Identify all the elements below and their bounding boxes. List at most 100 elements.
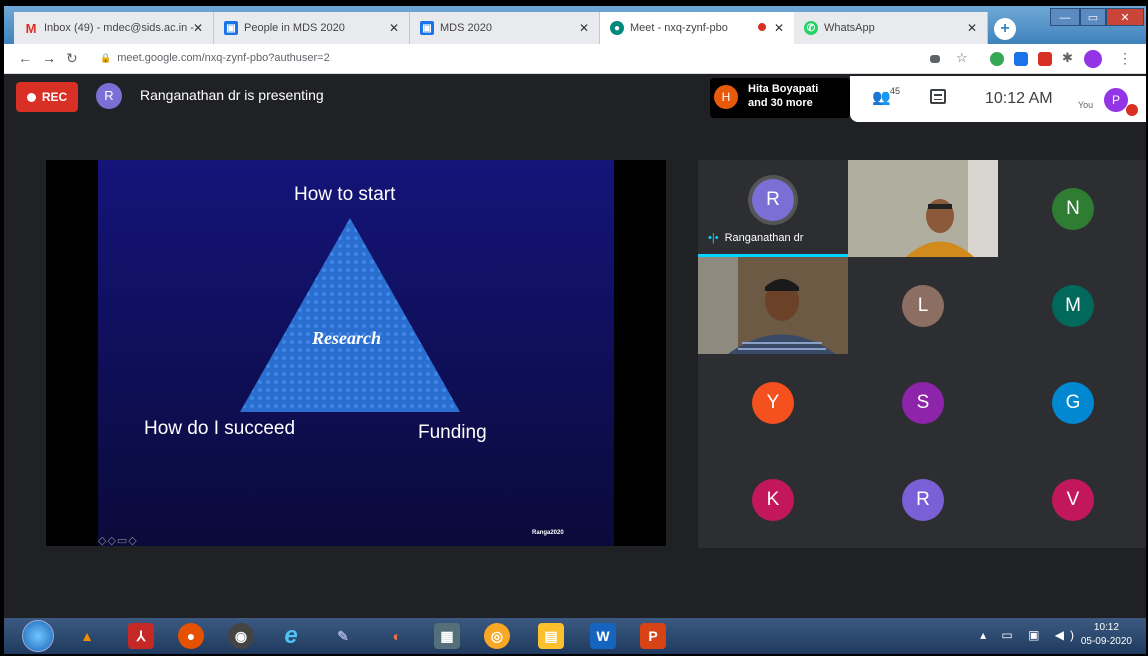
you-label: You [1078, 100, 1094, 110]
participant-video[interactable] [848, 160, 998, 257]
maximize-button[interactable]: ▭ [1080, 8, 1106, 26]
participant-tile[interactable]: K [698, 451, 848, 548]
firefox-icon[interactable]: ● [178, 623, 204, 649]
system-tray-icons[interactable]: ▴ ▭ ▣ ◀) [980, 628, 1080, 642]
record-dot-icon [26, 92, 36, 102]
participant-video[interactable] [698, 257, 848, 354]
camera-icon[interactable]: ◉ [228, 623, 254, 649]
gmail-icon: M [25, 20, 37, 36]
avatar: R [902, 478, 944, 521]
screen: M Inbox (49) - mdec@sids.ac.in - ✕ ▣ Peo… [4, 6, 1146, 654]
windows-taskbar: ▲ ⅄ ● ◉ e ✎ ◐ ▦ ◎ ▤ W P ▴ ▭ ▣ ◀) 10:12 0… [4, 618, 1146, 654]
close-icon[interactable]: ✕ [193, 21, 203, 35]
rec-label: REC [41, 90, 68, 104]
avatar: G [1052, 381, 1094, 424]
slide-nav-controls[interactable]: ◇◇▭◇ [98, 534, 138, 547]
participant-tile[interactable]: M [998, 257, 1146, 354]
avatar: L [902, 284, 944, 327]
chrome-icon[interactable]: ◎ [484, 623, 510, 649]
start-button[interactable] [22, 620, 54, 652]
close-icon[interactable]: ✕ [967, 21, 977, 35]
participant-name: Ranganathan dr [724, 232, 804, 244]
browser-tab-strip: M Inbox (49) - mdec@sids.ac.in - ✕ ▣ Peo… [4, 6, 1146, 44]
tab-people[interactable]: ▣ People in MDS 2020 ✕ [214, 12, 410, 44]
profile-avatar[interactable] [1084, 50, 1102, 68]
participant-tile[interactable]: S [848, 354, 998, 451]
avatar: V [1052, 478, 1094, 521]
acrobat-icon[interactable]: ⅄ [128, 623, 154, 649]
close-icon[interactable]: ✕ [389, 21, 399, 35]
tray-clock[interactable]: 10:12 05-09-2020 [1081, 621, 1132, 649]
participant-tile[interactable]: G [998, 354, 1146, 451]
tab-whatsapp[interactable]: ✆ WhatsApp ✕ [794, 12, 988, 44]
participant-grid: R •|• Ranganathan dr N L M Y S G K R V [698, 160, 1146, 548]
people-count: 45 [890, 86, 901, 96]
mic-off-icon [1126, 104, 1138, 116]
recording-badge: REC [16, 82, 78, 112]
extension-icon[interactable] [1014, 52, 1028, 66]
ie-icon[interactable]: e [278, 623, 304, 649]
new-tab-button[interactable]: + [994, 18, 1016, 40]
forward-icon[interactable]: → [42, 50, 56, 66]
paint-icon[interactable]: ✎ [330, 623, 356, 649]
tab-title: Inbox (49) - mdec@sids.ac.in - [44, 22, 194, 34]
url-bar[interactable]: 🔒 meet.google.com/nxq-zynf-pbo?authuser=2 [100, 52, 330, 64]
tab-title: Meet - nxq-zynf-pbo [630, 22, 728, 34]
participant-tile[interactable]: Y [698, 354, 848, 451]
self-avatar[interactable]: P [1104, 88, 1128, 112]
url-text: meet.google.com/nxq-zynf-pbo?authuser=2 [117, 52, 330, 64]
whatsapp-icon: ✆ [804, 21, 818, 35]
camera-indicator-icon[interactable] [930, 55, 940, 63]
presentation-area: How to start Research How do I succeed F… [46, 160, 666, 547]
reload-icon[interactable]: ↻ [66, 50, 78, 67]
recording-dot-icon [758, 23, 766, 31]
participant-tile[interactable]: V [998, 451, 1146, 548]
presenter-avatar: R [96, 83, 122, 109]
meet-controls: 👥 45 10:12 AM You P [850, 76, 1146, 122]
tab-mds[interactable]: ▣ MDS 2020 ✕ [410, 12, 600, 44]
tab-gmail[interactable]: M Inbox (49) - mdec@sids.ac.in - ✕ [14, 12, 214, 44]
vlc-icon[interactable]: ▲ [74, 623, 100, 649]
explorer-icon[interactable]: ▤ [538, 623, 564, 649]
video-feed-male [698, 257, 848, 354]
participant-tile[interactable]: L [848, 257, 998, 354]
close-icon[interactable]: ✕ [579, 21, 589, 35]
speaking-icon: •|• [708, 232, 719, 244]
slide-center-label: Research [312, 328, 381, 348]
back-icon[interactable]: ← [18, 50, 32, 66]
star-icon[interactable]: ☆ [956, 50, 968, 66]
puzzle-icon[interactable]: ✱ [1062, 50, 1073, 66]
avatar: Y [752, 381, 794, 424]
powerpoint-icon[interactable]: P [640, 623, 666, 649]
extension-icon[interactable] [1038, 52, 1052, 66]
tray-date: 05-09-2020 [1080, 636, 1132, 647]
participant-chip[interactable]: H Hita Boyapati and 30 more [710, 78, 850, 118]
minimize-button[interactable]: — [1050, 8, 1080, 26]
lock-icon: 🔒 [100, 53, 112, 63]
participant-tile[interactable]: R [848, 451, 998, 548]
close-icon[interactable]: ✕ [774, 21, 784, 35]
word-icon[interactable]: W [590, 623, 616, 649]
chip-more: and 30 more [748, 97, 813, 109]
people-icon[interactable]: 👥 [872, 88, 891, 106]
window-close-button[interactable]: ✕ [1106, 8, 1144, 26]
extension-icon[interactable] [990, 52, 1004, 66]
chat-icon[interactable] [930, 89, 946, 104]
menu-dots-icon[interactable]: ⋮ [1118, 50, 1132, 67]
tab-title: People in MDS 2020 [244, 22, 345, 34]
meet-icon: ● [610, 21, 624, 35]
chip-name: Hita Boyapati [748, 83, 819, 95]
tab-meet[interactable]: ● Meet - nxq-zynf-pbo ✕ [600, 12, 794, 44]
video-feed-female [848, 160, 998, 257]
tab-title: MDS 2020 [440, 22, 492, 34]
photos-icon[interactable]: ▦ [434, 623, 460, 649]
classroom-icon: ▣ [420, 21, 434, 35]
participant-tile[interactable]: N [998, 160, 1146, 257]
avatar: K [752, 478, 794, 521]
clock: 10:12 AM [985, 90, 1053, 107]
media-icon[interactable]: ◐ [384, 623, 410, 649]
address-toolbar: ← → ↻ 🔒 meet.google.com/nxq-zynf-pbo?auth… [4, 44, 1146, 74]
participant-tile[interactable]: R •|• Ranganathan dr [698, 160, 848, 257]
avatar: N [1052, 187, 1094, 230]
presenting-status: Ranganathan dr is presenting [140, 87, 324, 103]
